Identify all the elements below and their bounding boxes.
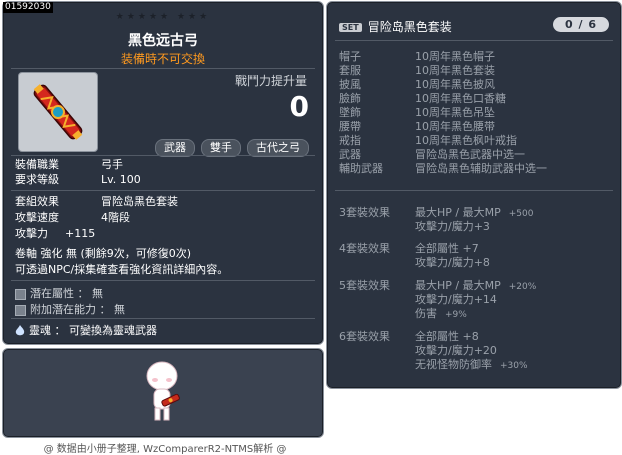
divider xyxy=(11,68,315,69)
additional-potential-value: 無 xyxy=(114,303,125,316)
item-icon-frame xyxy=(18,72,98,152)
character-model-icon xyxy=(146,361,180,421)
divider xyxy=(11,318,315,319)
divider xyxy=(11,155,315,156)
set-piece-count: 0 / 6 xyxy=(553,17,609,32)
additional-potential-row: 附加潛在能力 ： 無 xyxy=(15,301,125,317)
footer-credit: @ 数据由小册子整理, WzComparerR2-NTMS解析 @ xyxy=(43,444,287,455)
potential-label: 潛在屬性 xyxy=(30,287,74,300)
attack-speed-label: 攻擊速度 xyxy=(15,211,59,224)
required-job-value: 弓手 xyxy=(101,158,123,171)
required-level-value: Lv. 100 xyxy=(101,173,141,186)
required-job-label: 裝備職業 xyxy=(15,158,59,171)
set-title: 冒险岛黑色套装 xyxy=(367,20,452,34)
attack-power-value: +115 xyxy=(65,227,96,240)
set-header: SET 冒险岛黑色套装 xyxy=(339,18,452,35)
set-bonus-line: 攻擊力/魔力+3 xyxy=(415,220,490,233)
divider xyxy=(11,280,315,281)
set-bonus-title: 3套裝效果 xyxy=(339,206,390,219)
additional-potential-icon xyxy=(15,304,26,316)
star-force-stars: ★★★★★ ★★★ xyxy=(115,12,211,22)
set-bonus-line: 伤害 +9% xyxy=(415,307,467,320)
item-name: 黑色远古弓 xyxy=(128,33,198,49)
soul-label: 靈魂 xyxy=(29,324,51,337)
set-effect-panel: SET 冒险岛黑色套装 0 / 6 帽子 10周年黑色帽子 套服 10周年黑色套装 披… xyxy=(326,1,622,389)
soul-flame-icon xyxy=(15,325,25,336)
potential-row: 潛在屬性 ： 無 xyxy=(15,285,103,301)
soul-value: 可變換為靈魂武器 xyxy=(69,324,157,337)
divider xyxy=(335,40,613,41)
soul-row: 靈魂 ： 可變換為靈魂武器 xyxy=(15,322,157,338)
set-effect-label: 套組效果 xyxy=(15,195,59,208)
divider xyxy=(11,190,315,191)
trade-restriction-note: 装備時不可交換 xyxy=(120,52,205,66)
set-badge-icon: SET xyxy=(339,23,362,32)
divider xyxy=(335,190,613,191)
set-bonus-title: 5套裝效果 xyxy=(339,279,390,292)
required-level-label: 要求等級 xyxy=(15,173,59,186)
potential-icon xyxy=(15,288,26,300)
attack-power-label: 攻擊力 xyxy=(15,227,48,240)
combat-power-label: 戰鬥力提升量 xyxy=(234,74,307,88)
bow-icon xyxy=(33,84,83,140)
additional-potential-label: 附加潛在能力 xyxy=(30,303,96,316)
set-bonus-title: 6套裝效果 xyxy=(339,330,390,343)
item-tooltip-panel: 01592030 ★★★★★ ★★★ 黑色远古弓 装備時不可交換 戰鬥力提升量 … xyxy=(2,1,324,345)
attack-speed-value: 4階段 xyxy=(101,211,130,224)
set-bonus-line: 攻擊力/魔力+8 xyxy=(415,256,490,269)
set-bonus-title: 4套裝效果 xyxy=(339,242,390,255)
combat-power-value: 0 xyxy=(289,90,309,123)
potential-value: 無 xyxy=(92,287,103,300)
set-effect-value: 冒险岛黑色套装 xyxy=(101,195,178,208)
set-bonus-line: 无视怪物防御率 +30% xyxy=(415,358,528,371)
